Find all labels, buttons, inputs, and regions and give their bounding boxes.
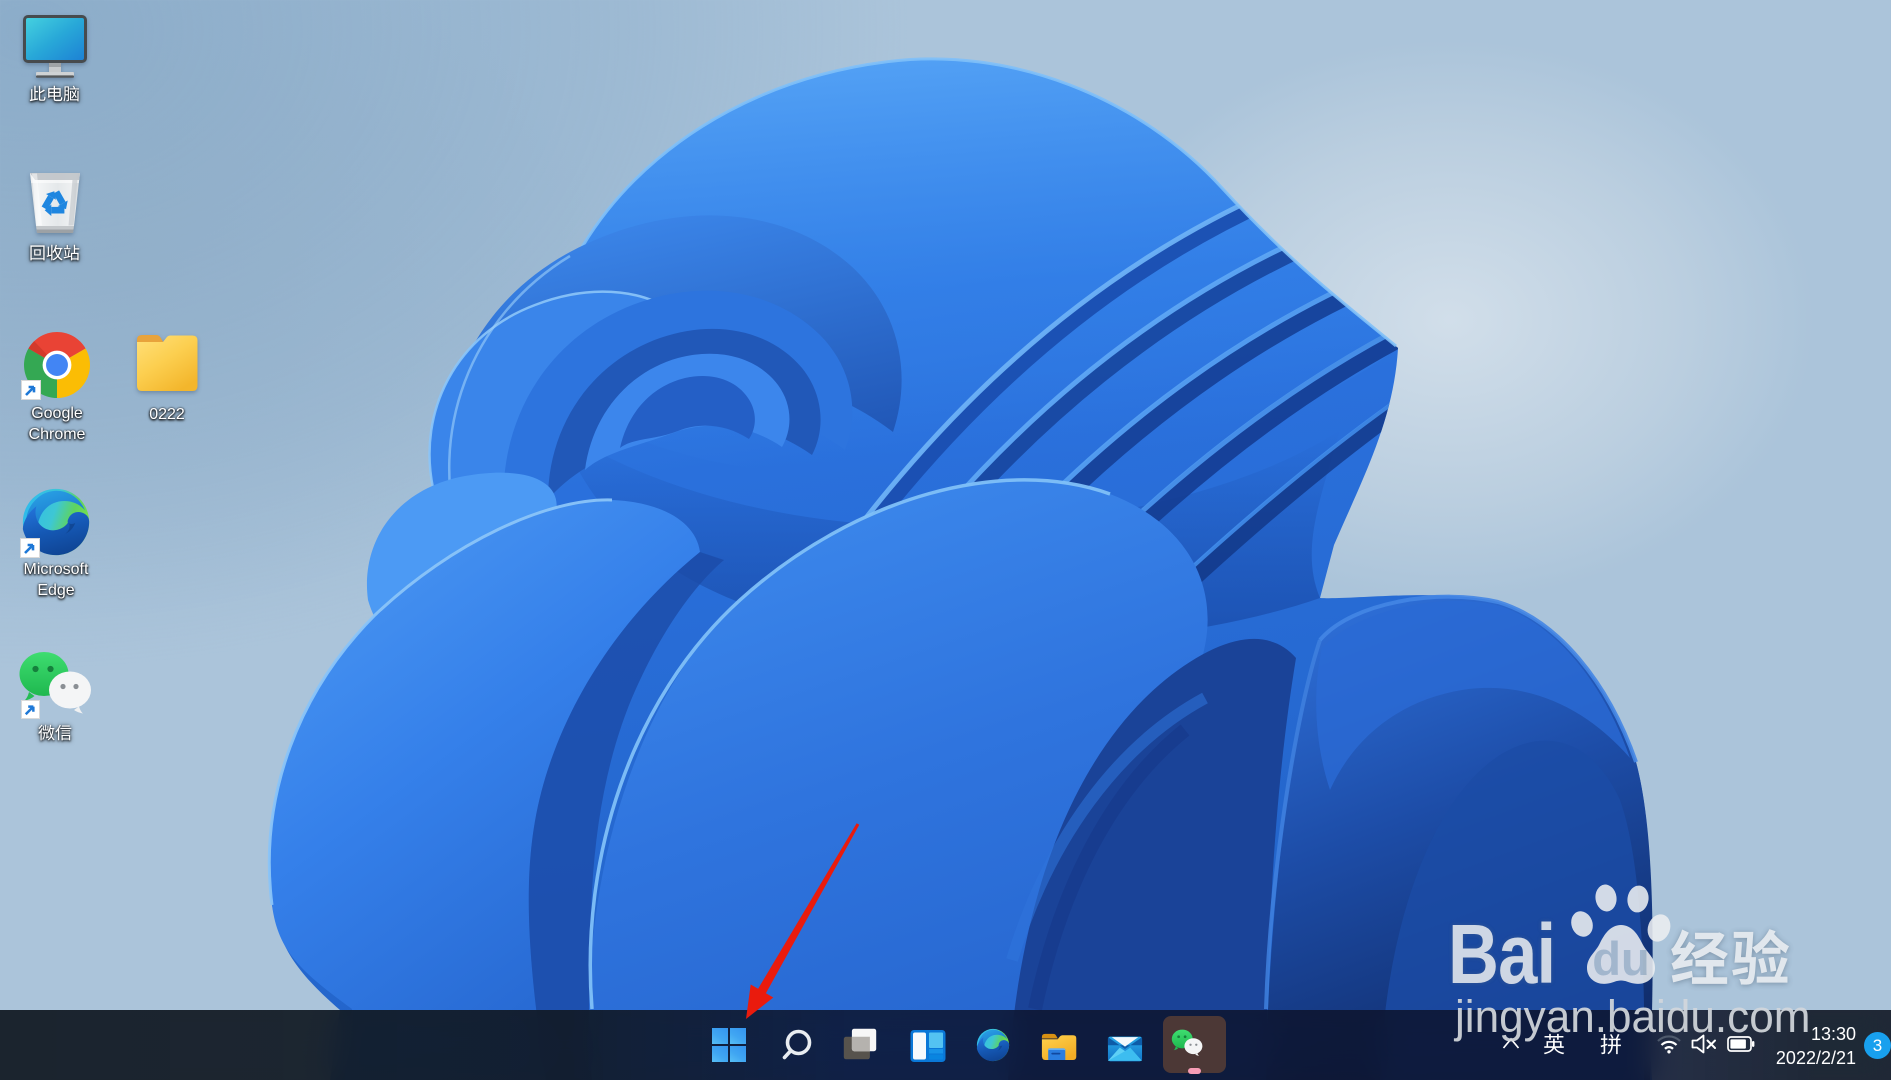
svg-text:du: du (1592, 932, 1649, 985)
